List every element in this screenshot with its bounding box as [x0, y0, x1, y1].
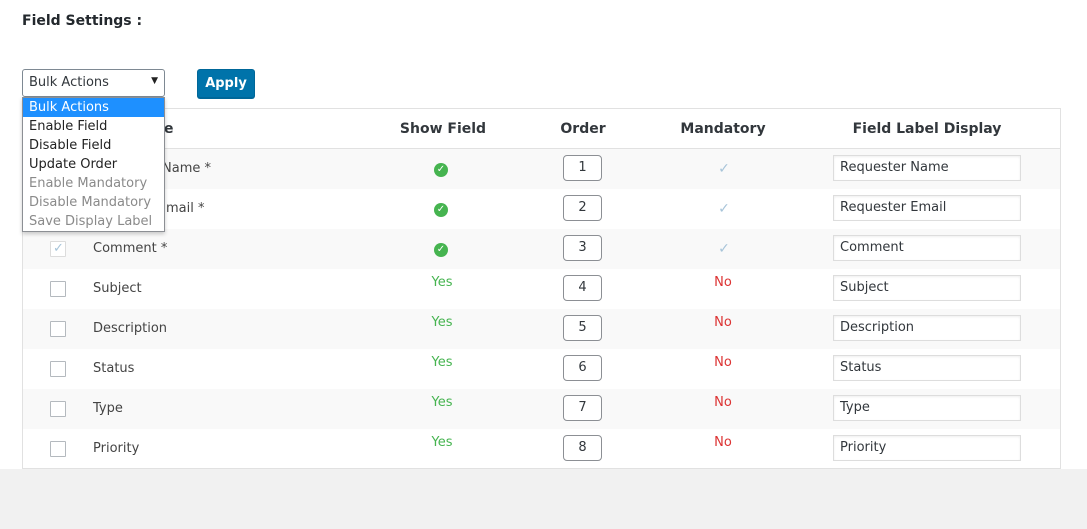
dropdown-option: Save Display Label [29, 214, 153, 229]
row-checkbox[interactable] [50, 361, 66, 377]
table-row: mail * ✓ 2 ✓ Requester Email [23, 189, 1060, 229]
field-label-input[interactable]: Description [833, 315, 1021, 341]
mandatory-check-icon: ✓ [718, 201, 730, 217]
mandatory-check-icon: ✓ [718, 161, 730, 177]
table-row: Comment * ✓ 3 ✓ Comment [23, 229, 1060, 269]
show-field-status: Yes [431, 395, 453, 410]
check-circle-icon: ✓ [434, 203, 448, 217]
show-field-status: Yes [431, 275, 453, 290]
bulk-actions-dropdown: Bulk Actions Enable Field Disable Field Upd… [22, 97, 165, 232]
col-field-name-partial: e [164, 121, 174, 137]
table-row: Description Yes 5 No Description [23, 309, 1060, 349]
table-row: Name * ✓ 1 ✓ Requester Name [23, 149, 1060, 189]
field-label-input[interactable]: Subject [833, 275, 1021, 301]
field-name: Priority [93, 441, 140, 456]
show-field-status: Yes [431, 355, 453, 370]
mandatory-check-icon: ✓ [718, 241, 730, 257]
show-field-status: Yes [431, 315, 453, 330]
field-name: mail * [166, 201, 205, 216]
col-order: Order [560, 121, 606, 137]
dropdown-option[interactable]: Enable Field [23, 117, 164, 136]
field-label-input[interactable]: Status [833, 355, 1021, 381]
row-checkbox[interactable] [50, 241, 66, 257]
settings-panel: Field Settings : Bulk Actions ▼ Apply e … [0, 0, 1087, 469]
field-settings-table: e Show Field Order Mandatory Field Label… [22, 108, 1061, 469]
check-circle-icon: ✓ [434, 243, 448, 257]
field-label-input[interactable]: Type [833, 395, 1021, 421]
field-name: Description [93, 321, 168, 336]
dropdown-option[interactable]: Bulk Actions [23, 98, 164, 117]
col-show-field: Show Field [399, 121, 487, 137]
field-name: Type [93, 401, 123, 416]
row-checkbox[interactable] [50, 281, 66, 297]
bulk-actions-select[interactable]: Bulk Actions ▼ [22, 69, 165, 97]
col-field-label-display: Field Label Display [852, 121, 1002, 137]
dropdown-option: Enable Mandatory [29, 176, 148, 191]
field-label-input[interactable]: Priority [833, 435, 1021, 461]
row-checkbox[interactable] [50, 321, 66, 337]
mandatory-status: No [714, 355, 732, 370]
mandatory-status: No [714, 435, 732, 450]
row-checkbox[interactable] [50, 441, 66, 457]
table-row: Status Yes 6 No Status [23, 349, 1060, 389]
show-field-status: Yes [431, 435, 453, 450]
order-input[interactable]: 3 [563, 235, 602, 261]
row-checkbox[interactable] [50, 401, 66, 417]
col-mandatory: Mandatory [680, 121, 766, 137]
mandatory-status: No [714, 315, 732, 330]
apply-button[interactable]: Apply [197, 69, 255, 98]
order-input[interactable]: 1 [563, 155, 602, 181]
table-header: e Show Field Order Mandatory Field Label… [23, 109, 1060, 149]
mandatory-status: No [714, 275, 732, 290]
caret-down-icon: ▼ [151, 76, 158, 86]
order-input[interactable]: 6 [563, 355, 602, 381]
mandatory-status: No [714, 395, 732, 410]
field-label-input[interactable]: Comment [833, 235, 1021, 261]
field-name: Name * [162, 161, 211, 176]
order-input[interactable]: 2 [563, 195, 602, 221]
table-row: Subject Yes 4 No Subject [23, 269, 1060, 309]
field-name: Status [93, 361, 135, 376]
order-input[interactable]: 4 [563, 275, 602, 301]
field-name: Comment * [93, 241, 168, 256]
order-input[interactable]: 8 [563, 435, 602, 461]
section-title: Field Settings : [22, 13, 143, 29]
bulk-actions-value: Bulk Actions [29, 75, 109, 90]
table-row: Priority Yes 8 No Priority [23, 429, 1060, 469]
order-input[interactable]: 5 [563, 315, 602, 341]
dropdown-option: Disable Mandatory [29, 195, 152, 210]
field-label-input[interactable]: Requester Name [833, 155, 1021, 181]
table-row: Type Yes 7 No Type [23, 389, 1060, 429]
order-input[interactable]: 7 [563, 395, 602, 421]
dropdown-option[interactable]: Update Order [23, 155, 164, 174]
field-name: Subject [93, 281, 142, 296]
field-label-input[interactable]: Requester Email [833, 195, 1021, 221]
dropdown-option[interactable]: Disable Field [23, 136, 164, 155]
check-circle-icon: ✓ [434, 163, 448, 177]
